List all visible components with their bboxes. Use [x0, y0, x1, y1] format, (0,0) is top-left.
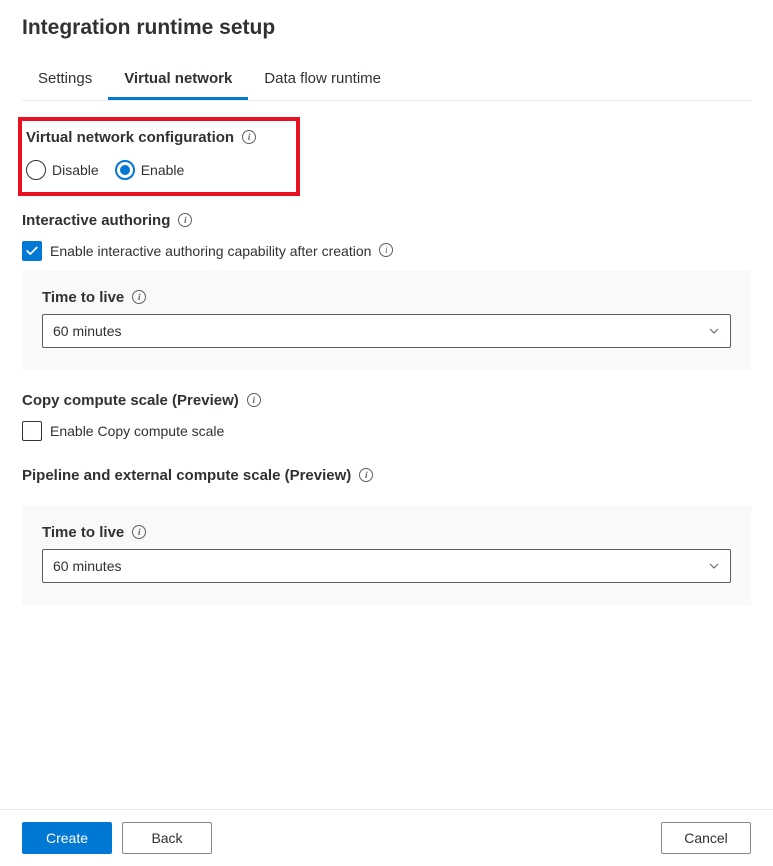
info-icon[interactable]: i: [379, 243, 393, 257]
interactive-ttl-label: Time to live: [42, 289, 124, 306]
vnet-enable-radio[interactable]: Enable: [115, 160, 185, 180]
footer-bar: Create Back Cancel: [0, 809, 773, 866]
interactive-authoring-heading: Interactive authoring: [22, 212, 170, 229]
radio-checked-icon: [115, 160, 135, 180]
pipeline-compute-panel: Time to live i 60 minutes: [22, 506, 751, 605]
interactive-authoring-panel: Time to live i 60 minutes: [22, 271, 751, 370]
vnet-disable-label: Disable: [52, 162, 99, 178]
vnet-config-heading: Virtual network configuration: [26, 129, 234, 146]
radio-dot-icon: [120, 165, 130, 175]
checkmark-icon: [25, 244, 39, 258]
pipeline-compute-heading: Pipeline and external compute scale (Pre…: [22, 467, 351, 484]
chevron-down-icon: [708, 325, 720, 337]
info-icon[interactable]: i: [242, 130, 256, 144]
copy-compute-heading: Copy compute scale (Preview): [22, 392, 239, 409]
interactive-authoring-checkbox-label: Enable interactive authoring capability …: [50, 243, 371, 259]
interactive-ttl-select[interactable]: 60 minutes: [42, 314, 731, 348]
pipeline-ttl-label: Time to live: [42, 524, 124, 541]
vnet-radio-group: Disable Enable: [26, 160, 284, 180]
pipeline-ttl-value: 60 minutes: [53, 558, 121, 574]
info-icon[interactable]: i: [178, 213, 192, 227]
vnet-enable-label: Enable: [141, 162, 185, 178]
vnet-disable-radio[interactable]: Disable: [26, 160, 99, 180]
tabs-bar: Settings Virtual network Data flow runti…: [22, 60, 751, 101]
back-button[interactable]: Back: [122, 822, 212, 854]
chevron-down-icon: [708, 560, 720, 572]
radio-unchecked-icon: [26, 160, 46, 180]
info-icon[interactable]: i: [247, 393, 261, 407]
page-title: Integration runtime setup: [22, 16, 751, 40]
info-icon[interactable]: i: [132, 525, 146, 539]
pipeline-ttl-select[interactable]: 60 minutes: [42, 549, 731, 583]
interactive-ttl-value: 60 minutes: [53, 323, 121, 339]
vnet-config-highlight: Virtual network configuration i Disable …: [18, 117, 300, 196]
info-icon[interactable]: i: [132, 290, 146, 304]
tab-virtual-network[interactable]: Virtual network: [108, 60, 248, 100]
info-icon[interactable]: i: [359, 468, 373, 482]
interactive-authoring-checkbox[interactable]: [22, 241, 42, 261]
cancel-button[interactable]: Cancel: [661, 822, 751, 854]
tab-settings[interactable]: Settings: [22, 60, 108, 100]
copy-compute-checkbox-label: Enable Copy compute scale: [50, 423, 224, 439]
create-button[interactable]: Create: [22, 822, 112, 854]
copy-compute-checkbox[interactable]: [22, 421, 42, 441]
tab-data-flow-runtime[interactable]: Data flow runtime: [248, 60, 397, 100]
